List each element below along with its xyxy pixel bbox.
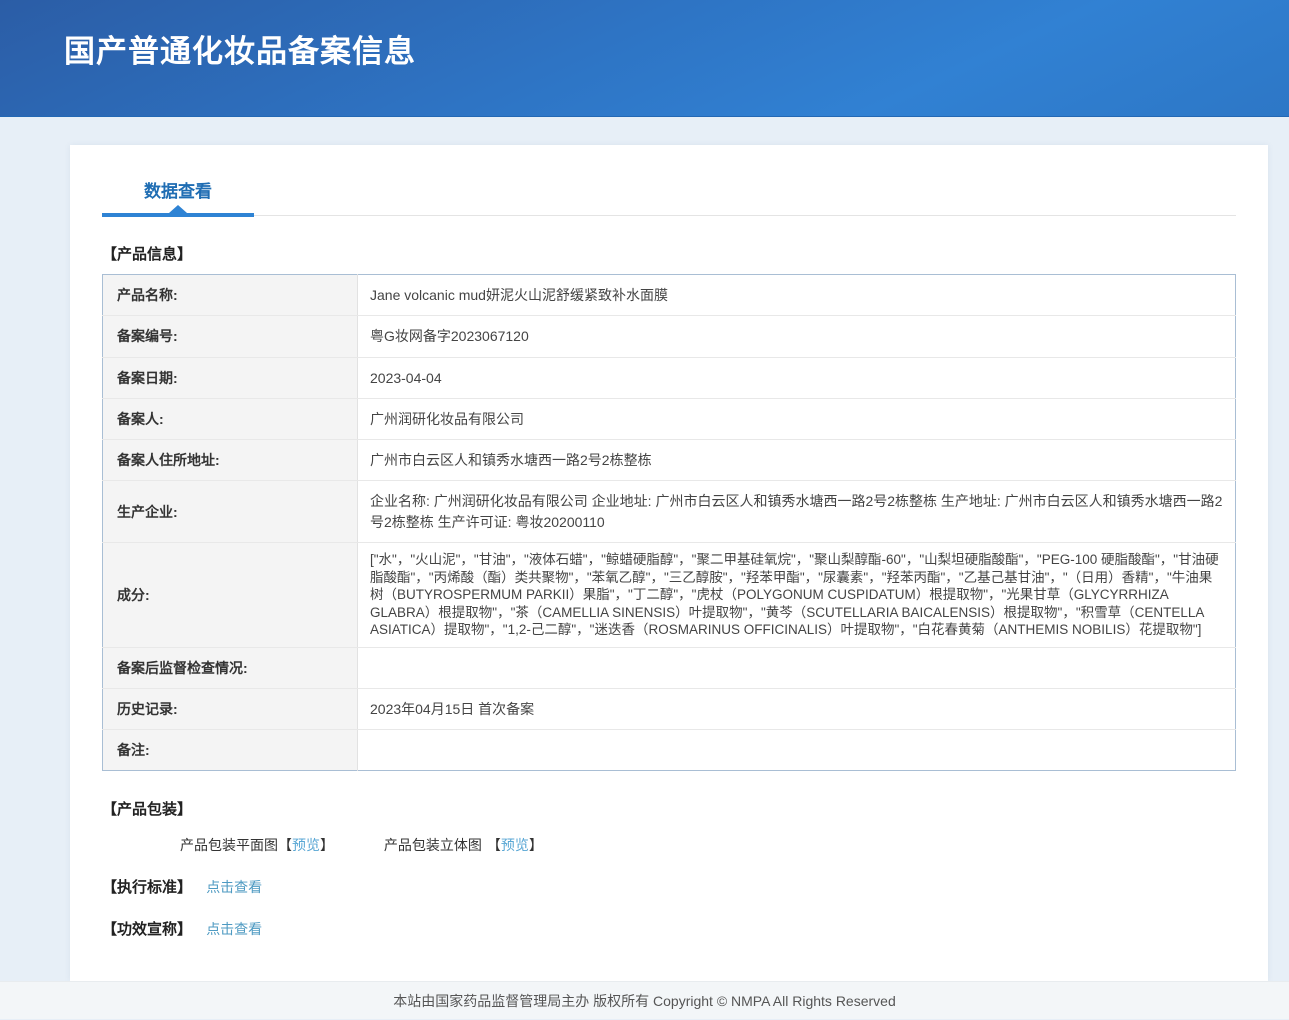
row-value: 2023年04月15日 首次备案 <box>358 688 1236 729</box>
row-label: 备注: <box>103 730 358 771</box>
tab-data-view[interactable]: 数据查看 <box>102 177 254 215</box>
row-label: 成分: <box>103 543 358 648</box>
row-label: 生产企业: <box>103 481 358 543</box>
row-value: Jane volcanic mud妍泥火山泥舒缓紧致补水面膜 <box>358 275 1236 316</box>
table-row-history: 历史记录: 2023年04月15日 首次备案 <box>103 688 1236 729</box>
packaging-flat-item: 产品包装平面图【预览】 <box>180 835 334 855</box>
table-row-registration-number: 备案编号: 粤G妆网备字2023067120 <box>103 316 1236 357</box>
page-title: 国产普通化妆品备案信息 <box>0 0 1289 71</box>
row-value <box>358 647 1236 688</box>
efficacy-claim-row: 【功效宣称】 点击查看 <box>102 918 1236 939</box>
tab-active-indicator <box>102 213 254 217</box>
table-row-remarks: 备注: <box>103 730 1236 771</box>
product-info-table: 产品名称: Jane volcanic mud妍泥火山泥舒缓紧致补水面膜 备案编… <box>102 274 1236 771</box>
table-row-registrant-address: 备案人住所地址: 广州市白云区人和镇秀水塘西一路2号2栋整栋 <box>103 440 1236 481</box>
exec-standard-title: 【执行标准】 <box>102 879 192 896</box>
row-label: 备案后监督检查情况: <box>103 647 358 688</box>
packaging-stereo-item: 产品包装立体图【预览】 <box>384 835 543 855</box>
efficacy-claim-title: 【功效宣称】 <box>102 921 192 938</box>
product-info-section-title: 【产品信息】 <box>102 243 1236 264</box>
table-row-registrant: 备案人: 广州润研化妆品有限公司 <box>103 398 1236 439</box>
bracket-open: 【 <box>487 837 501 853</box>
table-row-ingredients: 成分: ["水"，"火山泥"，"甘油"，"液体石蜡"，"鲸蜡硬脂醇"，"聚二甲基… <box>103 543 1236 648</box>
row-value: 企业名称: 广州润研化妆品有限公司 企业地址: 广州市白云区人和镇秀水塘西一路2… <box>358 481 1236 543</box>
row-value: ["水"，"火山泥"，"甘油"，"液体石蜡"，"鲸蜡硬脂醇"，"聚二甲基硅氧烷"… <box>358 543 1236 648</box>
packaging-links-row: 产品包装平面图【预览】 产品包装立体图【预览】 <box>180 835 1236 855</box>
content-card: 数据查看 【产品信息】 产品名称: Jane volcanic mud妍泥火山泥… <box>70 145 1268 981</box>
row-label: 备案日期: <box>103 357 358 398</box>
table-row-product-name: 产品名称: Jane volcanic mud妍泥火山泥舒缓紧致补水面膜 <box>103 275 1236 316</box>
row-value: 广州润研化妆品有限公司 <box>358 398 1236 439</box>
row-value <box>358 730 1236 771</box>
efficacy-claim-view-link[interactable]: 点击查看 <box>206 921 262 937</box>
page-footer: 本站由国家药品监督管理局主办 版权所有 Copyright © NMPA All… <box>0 981 1289 1019</box>
packaging-section-title: 【产品包装】 <box>102 798 1236 819</box>
table-row-manufacturer: 生产企业: 企业名称: 广州润研化妆品有限公司 企业地址: 广州市白云区人和镇秀… <box>103 481 1236 543</box>
bracket-open: 【 <box>278 837 292 853</box>
packaging-stereo-label: 产品包装立体图 <box>384 837 482 853</box>
row-label: 历史记录: <box>103 688 358 729</box>
row-label: 备案编号: <box>103 316 358 357</box>
exec-standard-view-link[interactable]: 点击查看 <box>206 879 262 895</box>
packaging-flat-label: 产品包装平面图 <box>180 837 278 853</box>
bracket-close: 】 <box>529 837 543 853</box>
packaging-flat-preview-link[interactable]: 预览 <box>292 837 320 853</box>
row-label: 备案人: <box>103 398 358 439</box>
page-header-banner: 国产普通化妆品备案信息 <box>0 0 1289 117</box>
packaging-stereo-preview-link[interactable]: 预览 <box>501 837 529 853</box>
exec-standard-row: 【执行标准】 点击查看 <box>102 876 1236 897</box>
footer-copyright-text: 本站由国家药品监督管理局主办 版权所有 Copyright © NMPA All… <box>393 993 895 1009</box>
bracket-close: 】 <box>320 837 334 853</box>
tab-bar: 数据查看 <box>102 177 1236 216</box>
tab-data-view-label: 数据查看 <box>144 182 212 201</box>
table-row-registration-date: 备案日期: 2023-04-04 <box>103 357 1236 398</box>
row-label: 产品名称: <box>103 275 358 316</box>
row-value: 2023-04-04 <box>358 357 1236 398</box>
page: 国产普通化妆品备案信息 数据查看 【产品信息】 产品名称: Jane volca… <box>0 0 1289 1019</box>
row-value: 粤G妆网备字2023067120 <box>358 316 1236 357</box>
row-value: 广州市白云区人和镇秀水塘西一路2号2栋整栋 <box>358 440 1236 481</box>
table-row-supervision-check: 备案后监督检查情况: <box>103 647 1236 688</box>
row-label: 备案人住所地址: <box>103 440 358 481</box>
